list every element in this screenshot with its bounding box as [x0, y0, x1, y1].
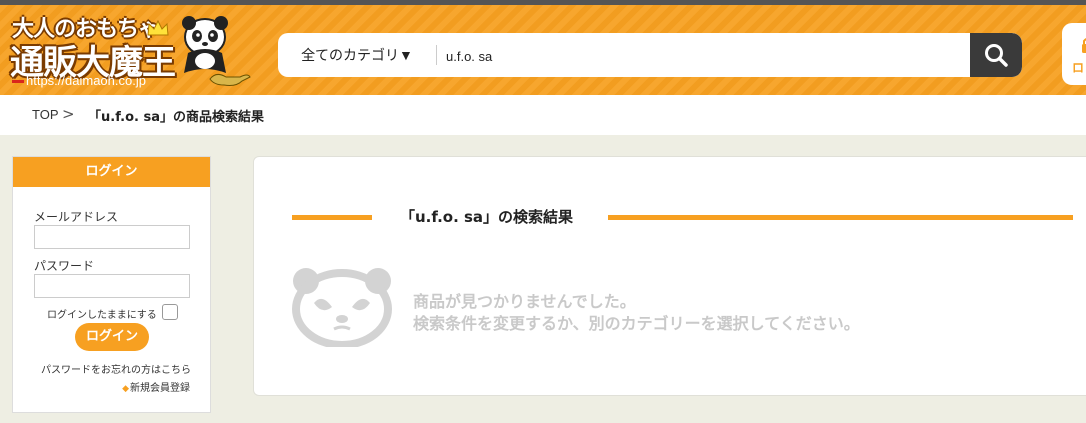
login-panel-title: ログイン: [13, 157, 210, 187]
email-label: メールアドレス: [34, 210, 119, 224]
header-login-button[interactable]: ロ: [1062, 23, 1086, 85]
search-results-panel: 「u.f.o. sa」の検索結果 商品が見つかりませんでした。 検索条件を変更す…: [253, 156, 1086, 396]
search-button[interactable]: [970, 33, 1022, 77]
breadcrumb-separator: >: [62, 105, 75, 123]
title-rule-left: [292, 215, 372, 220]
site-logo[interactable]: 大人のおもちゃ 通販大魔王 https://daimaoh.co.jp: [8, 9, 253, 93]
empty-message-line2: 検索条件を変更するか、別のカテゴリーを選択してください。: [413, 314, 860, 333]
signup-link[interactable]: 新規会員登録: [122, 379, 190, 394]
category-select[interactable]: 全てのカテゴリ▼: [278, 33, 436, 77]
remember-checkbox[interactable]: [162, 304, 178, 320]
forgot-password-link[interactable]: パスワードをお忘れの方はこちら: [41, 361, 191, 376]
site-header: 大人のおもちゃ 通販大魔王 https://daimaoh.co.jp 全てのカ…: [0, 5, 1086, 95]
lamp-icon: [209, 73, 251, 86]
password-label: パスワード: [34, 259, 95, 273]
breadcrumb-top-link[interactable]: TOP: [32, 107, 59, 122]
header-login-label: ロ: [1072, 61, 1085, 75]
results-title: 「u.f.o. sa」の検索結果: [400, 208, 574, 226]
panda-icon: [182, 16, 228, 73]
remember-label: ログインしたままにする: [47, 310, 157, 321]
search-bar: 全てのカテゴリ▼: [278, 33, 1022, 77]
breadcrumb: TOP > 「u.f.o. sa」の商品検索結果: [0, 95, 1086, 135]
lock-icon: [1082, 38, 1086, 53]
sad-panda-icon: [292, 268, 392, 347]
login-panel: ログイン メールアドレス パスワード ログインしたままにする ログイン パスワー…: [12, 156, 211, 413]
breadcrumb-current: 「u.f.o. sa」の商品検索結果: [88, 110, 264, 125]
title-rule-right: [608, 215, 1073, 220]
search-divider: [436, 45, 437, 65]
email-field[interactable]: [34, 225, 190, 249]
login-button[interactable]: ログイン: [75, 323, 149, 351]
search-input[interactable]: [444, 39, 968, 73]
logo-url: https://daimaoh.co.jp: [12, 73, 146, 88]
search-icon: [985, 44, 1008, 67]
empty-message-line1: 商品が見つかりませんでした。: [413, 292, 636, 311]
password-field[interactable]: [34, 274, 190, 298]
crown-icon: [147, 19, 169, 36]
